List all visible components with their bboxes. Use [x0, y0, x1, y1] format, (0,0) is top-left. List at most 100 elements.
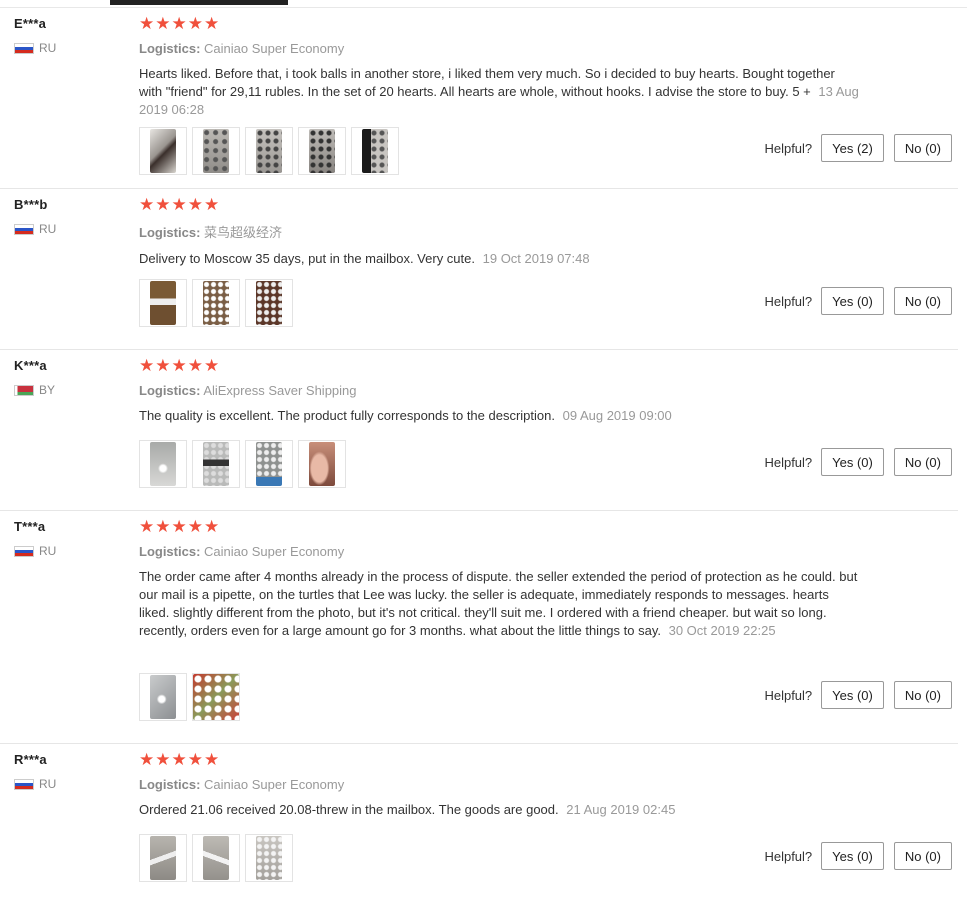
helpful-label: Helpful? — [764, 454, 813, 470]
star-rating: ★★★★★ — [139, 14, 221, 33]
review-photos — [139, 673, 240, 721]
review-photo[interactable] — [192, 440, 240, 488]
review-text: Hearts liked. Before that, i took balls … — [139, 65, 859, 119]
review-photo[interactable] — [139, 127, 187, 175]
helpful-vote: Helpful? Yes (2) No (0) — [764, 134, 952, 162]
review-photo[interactable] — [139, 279, 187, 327]
tab-bar — [0, 0, 967, 8]
reviewer-info: K***a BY — [14, 358, 124, 397]
flag-icon — [14, 223, 34, 235]
review-date: 21 Aug 2019 02:45 — [566, 802, 676, 817]
star-rating: ★★★★★ — [139, 356, 221, 375]
vote-yes-button[interactable]: Yes (0) — [821, 681, 884, 709]
helpful-vote: Helpful? Yes (0) No (0) — [764, 842, 952, 870]
review-item: B***b RU ★★★★★ Logistics: 菜鸟超级经济 Deliver… — [0, 189, 958, 350]
review-item: K***a BY ★★★★★ Logistics: AliExpress Sav… — [0, 350, 958, 511]
logistics-info: Logistics: Cainiao Super Economy — [139, 544, 859, 559]
review-text: The order came after 4 months already in… — [139, 568, 859, 640]
review-date: 09 Aug 2019 09:00 — [562, 408, 672, 423]
review-photo[interactable] — [298, 127, 346, 175]
logistics-info: Logistics: AliExpress Saver Shipping — [139, 383, 859, 398]
helpful-vote: Helpful? Yes (0) No (0) — [764, 287, 952, 315]
country-code: RU — [39, 41, 57, 55]
helpful-label: Helpful? — [764, 140, 813, 156]
country-code: RU — [39, 777, 57, 791]
vote-no-button[interactable]: No (0) — [893, 448, 952, 476]
review-photo[interactable] — [139, 673, 187, 721]
review-photos — [139, 834, 293, 882]
review-photo[interactable] — [245, 127, 293, 175]
review-body: The quality is excellent. The product fu… — [139, 408, 555, 423]
review-photo[interactable] — [192, 127, 240, 175]
review-text: The quality is excellent. The product fu… — [139, 407, 859, 425]
review-photo[interactable] — [192, 834, 240, 882]
review-photo[interactable] — [298, 440, 346, 488]
review-body: Hearts liked. Before that, i took balls … — [139, 66, 835, 99]
logistics-info: Logistics: 菜鸟超级经济 — [139, 222, 859, 241]
reviewer-info: T***a RU — [14, 519, 124, 558]
reviewer-info: B***b RU — [14, 197, 124, 236]
logistics-info: Logistics: Cainiao Super Economy — [139, 41, 859, 56]
review-date: 19 Oct 2019 07:48 — [482, 251, 590, 266]
vote-yes-button[interactable]: Yes (0) — [821, 287, 884, 315]
helpful-label: Helpful? — [764, 293, 813, 309]
logistics-value: 菜鸟超级经济 — [204, 225, 283, 240]
vote-no-button[interactable]: No (0) — [893, 134, 952, 162]
star-rating: ★★★★★ — [139, 750, 221, 769]
review-item: T***a RU ★★★★★ Logistics: Cainiao Super … — [0, 511, 958, 744]
logistics-label: Logistics: — [139, 41, 201, 56]
reviewer-country: RU — [14, 777, 124, 791]
vote-no-button[interactable]: No (0) — [893, 287, 952, 315]
review-photo[interactable] — [192, 279, 240, 327]
reviewer-country: RU — [14, 41, 124, 55]
review-content: ★★★★★ Logistics: Cainiao Super Economy H… — [139, 15, 859, 119]
helpful-label: Helpful? — [764, 687, 813, 703]
logistics-value: Cainiao Super Economy — [204, 777, 345, 792]
country-code: RU — [39, 544, 57, 558]
vote-no-button[interactable]: No (0) — [893, 842, 952, 870]
reviewer-name: R***a — [14, 752, 47, 767]
flag-icon — [14, 384, 34, 396]
review-list: E***a RU ★★★★★ Logistics: Cainiao Super … — [0, 8, 958, 894]
review-text: Ordered 21.06 received 20.08-threw in th… — [139, 801, 859, 819]
review-photo[interactable] — [192, 673, 240, 721]
vote-no-button[interactable]: No (0) — [893, 681, 952, 709]
logistics-value: Cainiao Super Economy — [204, 544, 345, 559]
review-photos — [139, 127, 399, 175]
logistics-info: Logistics: Cainiao Super Economy — [139, 777, 859, 792]
reviewer-info: R***a RU — [14, 752, 124, 791]
review-body: Ordered 21.06 received 20.08-threw in th… — [139, 802, 559, 817]
review-content: ★★★★★ Logistics: 菜鸟超级经济 Delivery to Mosc… — [139, 196, 859, 268]
review-photo[interactable] — [245, 440, 293, 488]
review-item: R***a RU ★★★★★ Logistics: Cainiao Super … — [0, 744, 958, 894]
reviewer-name: B***b — [14, 197, 48, 212]
logistics-label: Logistics: — [139, 544, 201, 559]
star-rating: ★★★★★ — [139, 195, 221, 214]
review-item: E***a RU ★★★★★ Logistics: Cainiao Super … — [0, 8, 958, 189]
flag-icon — [14, 42, 34, 54]
review-photo[interactable] — [139, 834, 187, 882]
logistics-label: Logistics: — [139, 225, 201, 240]
logistics-value: Cainiao Super Economy — [204, 41, 345, 56]
vote-yes-button[interactable]: Yes (2) — [821, 134, 884, 162]
review-photo[interactable] — [351, 127, 399, 175]
review-content: ★★★★★ Logistics: AliExpress Saver Shippi… — [139, 357, 859, 425]
review-content: ★★★★★ Logistics: Cainiao Super Economy O… — [139, 751, 859, 819]
logistics-label: Logistics: — [139, 383, 201, 398]
reviewer-country: BY — [14, 383, 124, 397]
helpful-vote: Helpful? Yes (0) No (0) — [764, 681, 952, 709]
review-date: 30 Oct 2019 22:25 — [668, 623, 776, 638]
reviewer-name: T***a — [14, 519, 46, 534]
review-photo[interactable] — [139, 440, 187, 488]
review-content: ★★★★★ Logistics: Cainiao Super Economy T… — [139, 518, 859, 640]
review-body: Delivery to Moscow 35 days, put in the m… — [139, 251, 475, 266]
logistics-value: AliExpress Saver Shipping — [203, 383, 357, 398]
vote-yes-button[interactable]: Yes (0) — [821, 842, 884, 870]
helpful-label: Helpful? — [764, 848, 813, 864]
review-photo[interactable] — [245, 834, 293, 882]
reviewer-country: RU — [14, 544, 124, 558]
reviewer-name: E***a — [14, 16, 47, 31]
vote-yes-button[interactable]: Yes (0) — [821, 448, 884, 476]
review-photo[interactable] — [245, 279, 293, 327]
flag-icon — [14, 778, 34, 790]
